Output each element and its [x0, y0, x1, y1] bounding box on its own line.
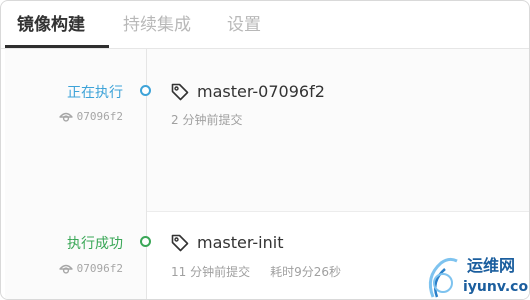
timeline-dot — [140, 236, 151, 247]
build-title[interactable]: master-07096f2 — [197, 81, 325, 103]
tab-bar: 镜像构建 持续集成 设置 — [1, 1, 529, 49]
tab-continuous-integration[interactable]: 持续集成 — [123, 13, 191, 37]
build-status-running: 正在执行 — [67, 85, 123, 101]
build-status-success: 执行成功 — [67, 236, 123, 252]
build-meta: 11 分钟前提交 耗时9分26秒 — [171, 264, 341, 280]
active-tab-indicator — [5, 45, 109, 48]
commit-icon — [59, 112, 73, 122]
build-time-ago: 11 分钟前提交 — [171, 265, 251, 279]
commit-icon — [59, 264, 73, 274]
commit-hash: 07096f2 — [76, 262, 123, 275]
tab-settings[interactable]: 设置 — [227, 13, 261, 37]
commit-hash: 07096f2 — [76, 110, 123, 123]
watermark-text: 运维网 — [467, 256, 516, 275]
build-commit[interactable]: 07096f2 — [5, 261, 123, 277]
build-title[interactable]: master-init — [197, 232, 283, 254]
timeline-dot — [140, 85, 151, 96]
tag-icon — [171, 234, 189, 252]
build-panel: 镜像构建 持续集成 设置 正在执行 07096f2 master-07096f2… — [0, 0, 530, 300]
build-duration: 耗时9分26秒 — [270, 265, 341, 279]
tag-icon — [171, 83, 189, 101]
tab-image-build[interactable]: 镜像构建 — [17, 13, 85, 37]
build-commit[interactable]: 07096f2 — [5, 109, 123, 125]
watermark-url: iyunv.com — [463, 279, 529, 295]
build-time-ago: 2 分钟前提交 — [171, 113, 243, 127]
build-meta: 2 分钟前提交 — [171, 112, 242, 128]
